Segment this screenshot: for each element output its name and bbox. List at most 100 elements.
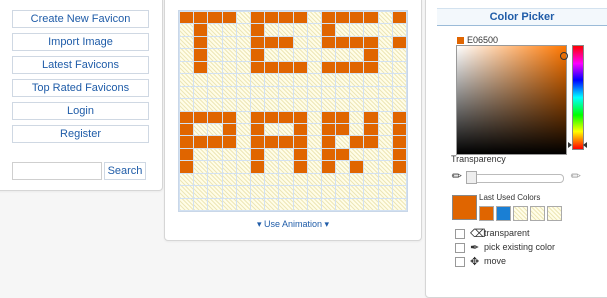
pixel-cell[interactable] [250, 12, 265, 24]
create-new-favicon-button[interactable]: Create New Favicon [12, 10, 149, 28]
pixel-cell[interactable] [336, 161, 350, 173]
transparent-option[interactable]: ⌫transparent [455, 227, 530, 240]
pixel-cell[interactable] [378, 36, 392, 49]
pixel-cell[interactable] [378, 86, 392, 99]
pixel-cell[interactable] [208, 136, 222, 148]
pixel-cell[interactable] [279, 36, 293, 49]
pixel-cell[interactable] [180, 49, 194, 61]
pixel-cell[interactable] [350, 49, 364, 61]
pixel-cell[interactable] [250, 24, 265, 36]
pixel-cell[interactable] [321, 24, 336, 36]
pixel-cell[interactable] [180, 74, 194, 86]
pixel-cell[interactable] [350, 186, 364, 198]
pixel-cell[interactable] [194, 111, 208, 123]
pixel-cell[interactable] [321, 61, 336, 74]
pixel-cell[interactable] [236, 136, 250, 148]
pixel-cell[interactable] [180, 173, 194, 186]
pixel-cell[interactable] [279, 12, 293, 24]
recent-color-swatch[interactable] [547, 206, 562, 221]
pixel-grid[interactable] [178, 10, 408, 212]
top-rated-favicons-button[interactable]: Top Rated Favicons [12, 79, 149, 97]
pixel-cell[interactable] [250, 36, 265, 49]
pixel-cell[interactable] [364, 111, 378, 123]
pixel-cell[interactable] [194, 198, 208, 210]
pixel-cell[interactable] [364, 148, 378, 161]
pixel-cell[interactable] [265, 111, 279, 123]
pixel-cell[interactable] [321, 74, 336, 86]
pixel-cell[interactable] [180, 148, 194, 161]
latest-favicons-button[interactable]: Latest Favicons [12, 56, 149, 74]
pixel-cell[interactable] [392, 99, 406, 111]
pixel-cell[interactable] [194, 161, 208, 173]
pixel-cell[interactable] [265, 198, 279, 210]
pixel-cell[interactable] [222, 49, 236, 61]
pixel-cell[interactable] [180, 111, 194, 123]
pixel-cell[interactable] [350, 99, 364, 111]
pixel-cell[interactable] [307, 186, 321, 198]
pixel-cell[interactable] [364, 186, 378, 198]
pixel-cell[interactable] [180, 61, 194, 74]
pixel-cell[interactable] [194, 74, 208, 86]
pixel-cell[interactable] [321, 161, 336, 173]
pixel-cell[interactable] [208, 36, 222, 49]
move-option[interactable]: ✥ move [455, 255, 506, 268]
search-input[interactable] [12, 162, 102, 180]
pixel-cell[interactable] [208, 12, 222, 24]
pixel-cell[interactable] [321, 136, 336, 148]
pixel-cell[interactable] [208, 161, 222, 173]
pixel-cell[interactable] [236, 161, 250, 173]
pixel-cell[interactable] [392, 12, 406, 24]
pixel-cell[interactable] [378, 61, 392, 74]
pixel-cell[interactable] [194, 99, 208, 111]
pixel-cell[interactable] [279, 61, 293, 74]
pixel-cell[interactable] [336, 148, 350, 161]
pixel-cell[interactable] [236, 24, 250, 36]
transparency-slider-handle[interactable] [466, 171, 477, 184]
pixel-cell[interactable] [321, 49, 336, 61]
pixel-cell[interactable] [307, 36, 321, 49]
pixel-cell[interactable] [350, 12, 364, 24]
pixel-cell[interactable] [279, 161, 293, 173]
pixel-cell[interactable] [279, 173, 293, 186]
pixel-cell[interactable] [336, 61, 350, 74]
pixel-cell[interactable] [194, 123, 208, 136]
pixel-cell[interactable] [321, 36, 336, 49]
pixel-cell[interactable] [336, 24, 350, 36]
pixel-cell[interactable] [307, 86, 321, 99]
pixel-cell[interactable] [265, 86, 279, 99]
pixel-cell[interactable] [236, 111, 250, 123]
pixel-cell[interactable] [378, 12, 392, 24]
pixel-cell[interactable] [392, 24, 406, 36]
pixel-cell[interactable] [265, 161, 279, 173]
pixel-cell[interactable] [222, 74, 236, 86]
pixel-cell[interactable] [378, 24, 392, 36]
pixel-cell[interactable] [350, 24, 364, 36]
pixel-cell[interactable] [364, 86, 378, 99]
pixel-cell[interactable] [265, 24, 279, 36]
pixel-cell[interactable] [236, 86, 250, 99]
pixel-cell[interactable] [236, 74, 250, 86]
pixel-cell[interactable] [236, 148, 250, 161]
pixel-cell[interactable] [293, 111, 307, 123]
pixel-cell[interactable] [265, 74, 279, 86]
pixel-cell[interactable] [208, 148, 222, 161]
pixel-cell[interactable] [392, 49, 406, 61]
pixel-cell[interactable] [321, 123, 336, 136]
pixel-cell[interactable] [194, 173, 208, 186]
pixel-cell[interactable] [180, 12, 194, 24]
pixel-cell[interactable] [378, 111, 392, 123]
pixel-cell[interactable] [378, 161, 392, 173]
pixel-cell[interactable] [307, 136, 321, 148]
pixel-cell[interactable] [265, 12, 279, 24]
pixel-cell[interactable] [293, 186, 307, 198]
pixel-cell[interactable] [307, 12, 321, 24]
pixel-cell[interactable] [307, 161, 321, 173]
pixel-cell[interactable] [208, 198, 222, 210]
pixel-cell[interactable] [265, 173, 279, 186]
pixel-cell[interactable] [222, 36, 236, 49]
sv-picker-handle[interactable] [560, 52, 568, 60]
pixel-cell[interactable] [392, 173, 406, 186]
pixel-cell[interactable] [378, 186, 392, 198]
pixel-cell[interactable] [392, 161, 406, 173]
use-animation-link[interactable]: ▾ Use Animation ▾ [165, 219, 421, 230]
